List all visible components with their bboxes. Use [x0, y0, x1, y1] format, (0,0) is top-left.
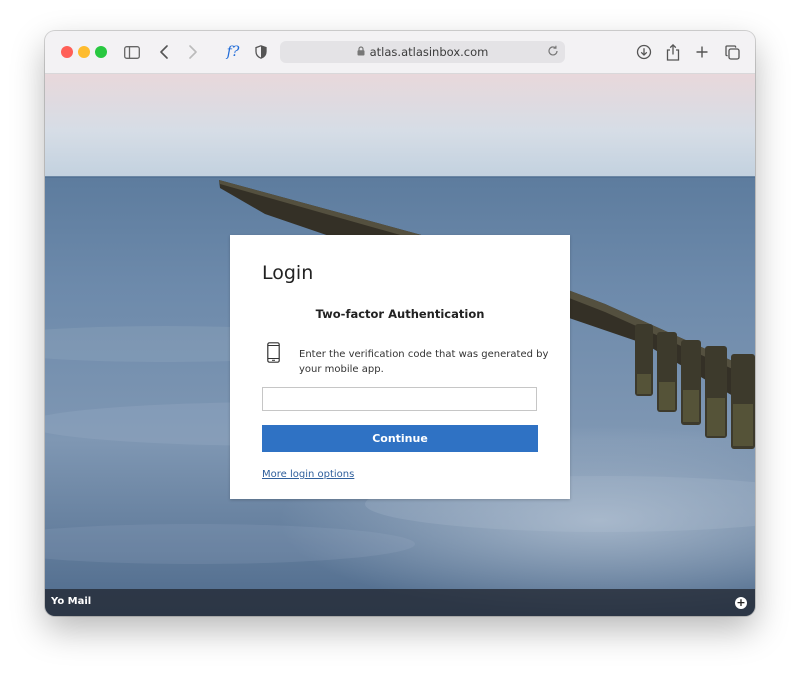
app-name-label: Yo Mail: [51, 596, 92, 607]
sidebar-icon[interactable]: [123, 42, 141, 62]
tabs-overview-icon[interactable]: [723, 42, 741, 62]
reload-icon[interactable]: [547, 45, 559, 60]
minimize-window-button[interactable]: [78, 46, 90, 58]
zoom-window-button[interactable]: [95, 46, 107, 58]
forward-icon[interactable]: [186, 42, 200, 62]
continue-button[interactable]: Continue: [262, 425, 538, 452]
more-login-options-link[interactable]: More login options: [262, 469, 354, 480]
phone-icon: [267, 342, 280, 367]
back-icon[interactable]: [157, 42, 171, 62]
two-factor-heading: Two-factor Authentication: [315, 307, 485, 321]
download-icon[interactable]: [635, 42, 653, 62]
shield-icon[interactable]: [254, 42, 268, 62]
verification-instruction: Enter the verification code that was gen…: [299, 349, 549, 375]
footer-bar: Yo Mail +: [45, 589, 755, 616]
extension-icon[interactable]: f?: [222, 42, 244, 62]
address-text: atlas.atlasinbox.com: [369, 45, 489, 59]
browser-window: f? atlas.atlasinbox.com Login Two-factor…: [45, 31, 755, 616]
verification-code-input[interactable]: [262, 387, 537, 411]
plus-circle-icon[interactable]: +: [735, 597, 747, 609]
lock-icon: [357, 45, 365, 59]
browser-toolbar: f? atlas.atlasinbox.com: [45, 31, 755, 74]
page-content: Login Two-factor Authentication Enter th…: [45, 74, 755, 616]
address-bar[interactable]: atlas.atlasinbox.com: [280, 41, 565, 63]
login-title: Login: [262, 262, 314, 284]
new-tab-icon[interactable]: [695, 42, 709, 62]
close-window-button[interactable]: [61, 46, 73, 58]
login-card: Login Two-factor Authentication Enter th…: [230, 235, 570, 499]
share-icon[interactable]: [665, 42, 681, 62]
